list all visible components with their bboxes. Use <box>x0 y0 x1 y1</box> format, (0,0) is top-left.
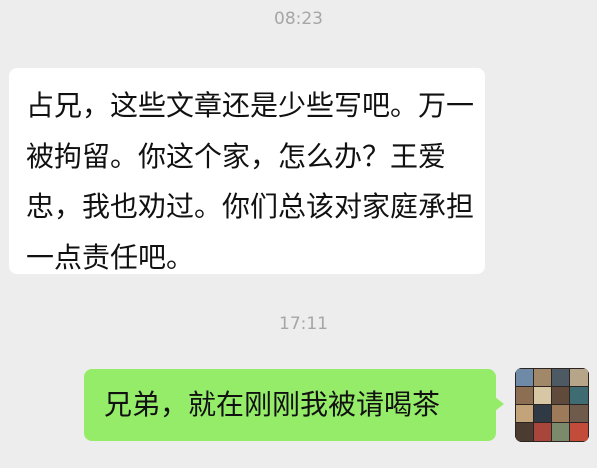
user-avatar-icon[interactable] <box>515 368 589 442</box>
incoming-message-bubble[interactable]: 占兄，这些文章还是少些写吧。万一被拘留。你这个家，怎么办？王爱忠，我也劝过。你们… <box>9 68 485 274</box>
photo-collage-avatar-icon <box>515 368 589 442</box>
message-timestamp: 08:23 <box>274 9 323 29</box>
incoming-message-text: 占兄，这些文章还是少些写吧。万一被拘留。你这个家，怎么办？王爱忠，我也劝过。你们… <box>26 89 475 274</box>
outgoing-message-text: 兄弟，就在刚刚我被请喝茶 <box>104 388 441 421</box>
outgoing-message-bubble[interactable]: 兄弟，就在刚刚我被请喝茶 <box>84 369 504 441</box>
message-timestamp: 17:11 <box>279 314 328 334</box>
